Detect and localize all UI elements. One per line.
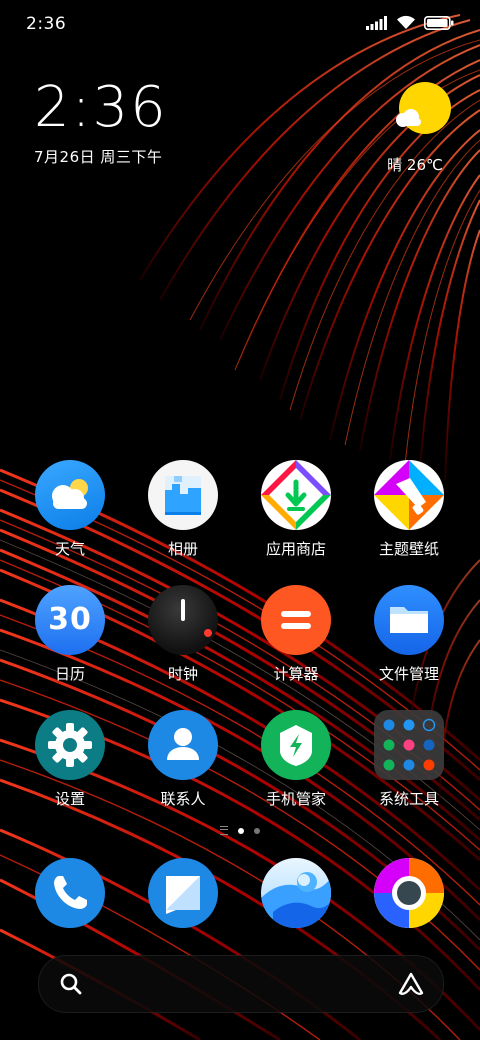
app-label: 文件管理: [378, 665, 439, 683]
app-drawer-icon[interactable]: [220, 826, 228, 835]
app-gallery[interactable]: 相册: [127, 460, 239, 559]
app-label: 手机管家: [265, 790, 326, 808]
page-indicator[interactable]: [0, 826, 480, 835]
gallery-icon: [148, 460, 218, 530]
app-label: 联系人: [160, 790, 206, 808]
calendar-day: 30: [48, 602, 92, 637]
search-icon[interactable]: [59, 972, 83, 996]
status-time: 2:36: [26, 14, 67, 34]
settings-icon: [35, 710, 105, 780]
app-clock[interactable]: 时钟: [127, 585, 239, 684]
weather-icon: [35, 460, 105, 530]
dock-chrome[interactable]: [353, 858, 465, 928]
app-label: 主题壁纸: [378, 540, 439, 558]
phone-icon: [35, 858, 105, 928]
dock-browser[interactable]: [240, 858, 352, 928]
file-manager-icon: [374, 585, 444, 655]
app-label: 系统工具: [378, 790, 439, 808]
dock-phone[interactable]: [14, 858, 126, 928]
app-label: 时钟: [167, 665, 198, 683]
signal-icon: [366, 15, 387, 30]
home-screen: 2:36 2:36 7月26日 周三下午 晴 26℃ 天气 相册 应用商店 主题…: [0, 0, 480, 1040]
app-security[interactable]: 手机管家: [240, 710, 352, 809]
app-appstore[interactable]: 应用商店: [240, 460, 352, 559]
dock: [0, 856, 480, 932]
sun-cloud-icon: [396, 82, 451, 134]
app-files[interactable]: 文件管理: [353, 585, 465, 684]
app-system-tools[interactable]: 系统工具: [353, 710, 465, 809]
chrome-icon: [374, 858, 444, 928]
weather-text: 晴 26℃: [387, 156, 443, 174]
themes-icon: [374, 460, 444, 530]
app-label: 相册: [167, 540, 198, 558]
dock-messages[interactable]: [127, 858, 239, 928]
weather-widget[interactable]: 晴 26℃: [384, 82, 454, 175]
messages-icon: [148, 858, 218, 928]
widget-time: 2:36: [34, 75, 168, 140]
clock-widget[interactable]: 2:36 7月26日 周三下午: [34, 78, 168, 167]
app-label: 应用商店: [265, 540, 326, 558]
app-label: 计算器: [273, 665, 319, 683]
app-settings[interactable]: 设置: [14, 710, 126, 809]
browser-icon: [261, 858, 331, 928]
calendar-icon: 30: [35, 585, 105, 655]
page-dot[interactable]: [254, 827, 260, 834]
app-calculator[interactable]: 计算器: [240, 585, 352, 684]
contacts-icon: [148, 710, 218, 780]
status-bar: 2:36: [0, 0, 480, 50]
status-icons: [366, 15, 454, 30]
app-weather[interactable]: 天气: [14, 460, 126, 559]
calculator-icon: [261, 585, 331, 655]
app-label: 设置: [54, 790, 85, 808]
battery-icon: [424, 15, 454, 30]
app-store-icon: [261, 460, 331, 530]
app-label: 日历: [54, 665, 85, 683]
app-label: 天气: [54, 540, 85, 558]
app-contacts[interactable]: 联系人: [127, 710, 239, 809]
system-tools-folder-icon: [374, 710, 444, 780]
widget-date: 7月26日 周三下午: [34, 148, 163, 166]
search-bar[interactable]: [38, 955, 444, 1013]
clock-icon: [148, 585, 218, 655]
security-icon: [261, 710, 331, 780]
app-calendar[interactable]: 30 日历: [14, 585, 126, 684]
wifi-icon: [397, 15, 415, 29]
page-dot-active[interactable]: [238, 827, 244, 834]
assistant-icon[interactable]: [397, 971, 425, 997]
app-themes[interactable]: 主题壁纸: [353, 460, 465, 559]
